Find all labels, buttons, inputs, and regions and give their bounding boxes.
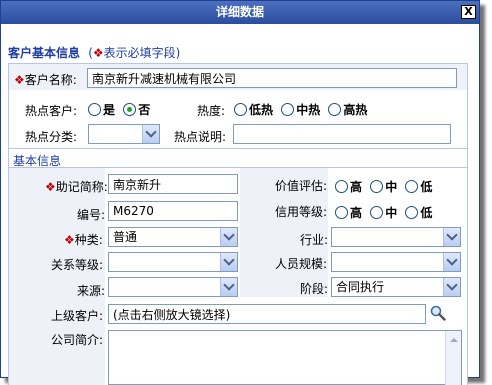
radio-icon[interactable] [405,180,419,193]
value-radio-group: 高 中 低 [335,178,436,195]
hot-customer-label: 热点客户: [25,104,78,118]
type-label: ❖种类: [64,233,103,247]
section-title-text: 客户基本信息 [8,46,81,60]
chevron-down-icon[interactable] [142,125,159,143]
hot-desc-label: 热点说明: [174,130,227,144]
company-intro-textarea[interactable] [108,330,462,385]
scroll-up-icon[interactable] [446,331,461,347]
staff-label: 人员规模: [275,257,328,271]
chevron-down-icon[interactable] [220,278,237,296]
hot-customer-radio-group: 是 否 [88,101,154,118]
value-label: 价值评估: [275,179,328,193]
type-select[interactable]: 普通 [108,227,238,247]
source-label: 来源: [77,284,106,298]
staff-select[interactable] [331,252,461,272]
radio-icon[interactable] [88,103,101,116]
hot-degree-radio-group: 低热 中热 高热 [234,101,371,118]
radio-checked-icon[interactable] [123,103,137,116]
stage-label: 阶段: [300,282,329,296]
intro-scrollbar[interactable] [445,331,461,385]
chevron-down-icon[interactable] [443,228,460,246]
industry-select[interactable] [331,227,461,247]
hot-degree-high[interactable]: 高热 [328,103,367,117]
credit-low[interactable]: 低 [405,206,432,220]
credit-label: 信用等级: [275,205,328,219]
credit-radio-group: 高 中 低 [335,204,436,221]
hot-desc-input[interactable] [233,124,451,144]
section-title: 客户基本信息 (❖表示必填字段) [8,44,180,61]
radio-icon[interactable] [335,206,348,219]
hot-degree-mid[interactable]: 中热 [281,103,320,117]
left-label-column [9,168,105,385]
radio-icon[interactable] [328,103,342,116]
value-mid[interactable]: 中 [370,180,397,194]
radio-icon[interactable] [370,206,384,219]
required-star-icon: ❖ [92,46,104,60]
value-low[interactable]: 低 [405,180,432,194]
chevron-down-icon[interactable] [220,253,237,271]
magnifier-icon[interactable] [430,305,446,321]
alias-label: ❖助记简称: [45,180,108,194]
relation-select[interactable] [108,252,238,272]
source-select[interactable] [108,277,238,297]
value-high[interactable]: 高 [335,180,362,194]
radio-icon[interactable] [335,180,348,193]
relation-label: 关系等级: [51,258,104,272]
chevron-down-icon[interactable] [443,278,460,296]
chevron-down-icon[interactable] [220,228,237,246]
customer-name-input[interactable] [87,68,457,88]
industry-label: 行业: [300,233,329,247]
number-label: 编号: [77,208,106,222]
hot-customer-yes[interactable]: 是 [88,103,115,117]
number-input[interactable] [108,201,238,221]
customer-name-label: ❖客户名称: [14,73,77,87]
radio-icon[interactable] [281,103,295,116]
dialog-titlebar: 详细数据 X [1,1,479,24]
parent-customer-input[interactable] [108,304,426,324]
parent-label: 上级客户: [51,309,104,323]
radio-icon[interactable] [234,103,247,116]
stage-select[interactable]: 合同执行 [331,277,461,297]
hot-category-select[interactable] [88,124,160,144]
close-button[interactable]: X [461,5,476,19]
required-note: (❖表示必填字段) [88,46,181,60]
alias-input[interactable] [108,174,238,194]
hot-degree-low[interactable]: 低热 [234,103,273,117]
close-icon: X [464,5,473,18]
hot-category-label: 热点分类: [25,130,78,144]
hot-customer-no[interactable]: 否 [123,103,150,117]
chevron-down-icon[interactable] [443,253,460,271]
radio-icon[interactable] [370,180,384,193]
hot-degree-label: 热度: [197,104,226,118]
radio-icon[interactable] [405,206,419,219]
credit-high[interactable]: 高 [335,206,362,220]
dialog-title: 详细数据 [215,5,264,19]
intro-label: 公司简介: [51,333,104,347]
credit-mid[interactable]: 中 [370,206,397,220]
